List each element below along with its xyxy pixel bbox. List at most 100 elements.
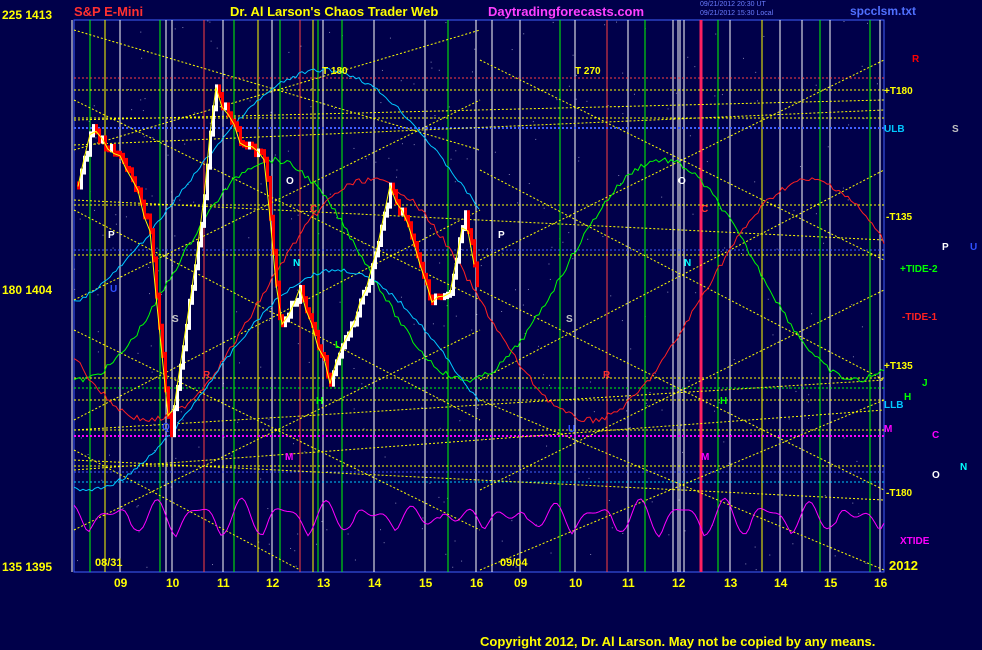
background-dot: [167, 154, 169, 156]
background-dot: [715, 33, 717, 35]
background-dot: [667, 291, 669, 293]
background-dot: [649, 391, 651, 393]
background-dot: [522, 304, 524, 306]
background-dot: [292, 443, 294, 445]
background-dot: [268, 418, 270, 420]
background-dot: [511, 520, 513, 522]
background-dot: [755, 569, 757, 571]
background-dot: [856, 460, 858, 462]
background-dot: [733, 359, 735, 361]
background-dot: [556, 99, 558, 101]
background-dot: [294, 550, 296, 552]
background-dot: [422, 517, 424, 519]
date-marker: 08/31: [95, 557, 123, 569]
background-dot: [439, 262, 441, 264]
event-marker: O: [286, 176, 294, 187]
background-dot: [80, 437, 82, 439]
background-dot: [572, 54, 574, 56]
background-dot: [568, 85, 570, 87]
background-dot: [611, 527, 613, 529]
background-dot: [865, 562, 867, 564]
background-dot: [321, 521, 323, 523]
right-label: U: [970, 242, 978, 253]
background-dot: [593, 411, 595, 413]
background-dot: [274, 154, 276, 156]
background-dot: [754, 546, 756, 548]
background-dot: [589, 381, 591, 383]
background-dot: [750, 432, 752, 434]
background-dot: [432, 117, 434, 119]
event-marker: S: [172, 314, 179, 325]
background-dot: [174, 235, 176, 237]
background-dot: [295, 565, 297, 567]
background-dot: [527, 288, 529, 290]
background-dot: [339, 301, 341, 303]
background-dot: [182, 419, 184, 421]
background-dot: [388, 157, 390, 159]
background-dot: [757, 100, 759, 102]
background-dot: [209, 21, 211, 23]
background-dot: [389, 37, 391, 39]
x-tick-label: 10: [166, 576, 180, 590]
background-dot: [799, 165, 801, 167]
background-dot: [443, 501, 445, 503]
background-dot: [624, 418, 626, 420]
background-dot: [675, 92, 677, 94]
chart-plot: 09 10 11 12 13 14 15 16 09 10 11 12 13 14 15 16 08/31 09/…: [71, 19, 888, 590]
event-marker: M: [701, 452, 709, 463]
background-dot: [288, 51, 290, 53]
background-dot: [362, 242, 364, 244]
background-dot: [471, 71, 473, 73]
background-dot: [474, 48, 476, 50]
right-label: P: [942, 242, 949, 253]
background-dot: [401, 143, 403, 145]
background-dot: [575, 98, 577, 100]
background-dot: [115, 223, 117, 225]
background-dot: [454, 181, 456, 183]
right-label: O: [932, 470, 940, 481]
background-dot: [745, 563, 747, 565]
background-dot: [430, 61, 432, 63]
background-dot: [792, 543, 794, 545]
right-label: M: [884, 424, 893, 435]
right-label: XTIDE: [900, 536, 930, 547]
event-marker: M: [285, 452, 293, 463]
price-bar: [224, 102, 227, 111]
background-dot: [626, 410, 628, 412]
right-label: N: [960, 462, 968, 473]
background-dot: [413, 83, 415, 85]
background-dot: [381, 69, 383, 71]
background-dot: [501, 311, 503, 313]
background-dot: [668, 534, 670, 536]
background-dot: [430, 228, 432, 230]
background-dot: [661, 196, 663, 198]
background-dot: [207, 20, 209, 22]
background-dot: [101, 479, 103, 481]
background-dot: [131, 109, 133, 111]
background-dot: [194, 112, 196, 114]
background-dot: [144, 98, 146, 100]
background-dot: [74, 288, 76, 290]
background-dot: [719, 208, 721, 210]
background-dot: [538, 345, 540, 347]
background-dot: [311, 88, 313, 90]
background-dot: [438, 496, 440, 498]
background-dot: [586, 100, 588, 102]
background-dot: [236, 311, 238, 313]
event-marker: N: [684, 258, 691, 269]
background-dot: [667, 108, 669, 110]
time-label: T 180: [322, 66, 348, 77]
background-dot: [260, 366, 262, 368]
background-dot: [714, 410, 716, 412]
background-dot: [262, 428, 264, 430]
background-dot: [763, 35, 765, 37]
background-dot: [724, 247, 726, 249]
background-dot: [137, 352, 139, 354]
time-label: T 270: [575, 66, 601, 77]
background-dot: [431, 67, 433, 69]
background-dot: [193, 201, 195, 203]
right-label: -T135: [886, 212, 913, 223]
background-dot: [517, 202, 519, 204]
background-dot: [645, 402, 647, 404]
background-dot: [274, 286, 276, 288]
